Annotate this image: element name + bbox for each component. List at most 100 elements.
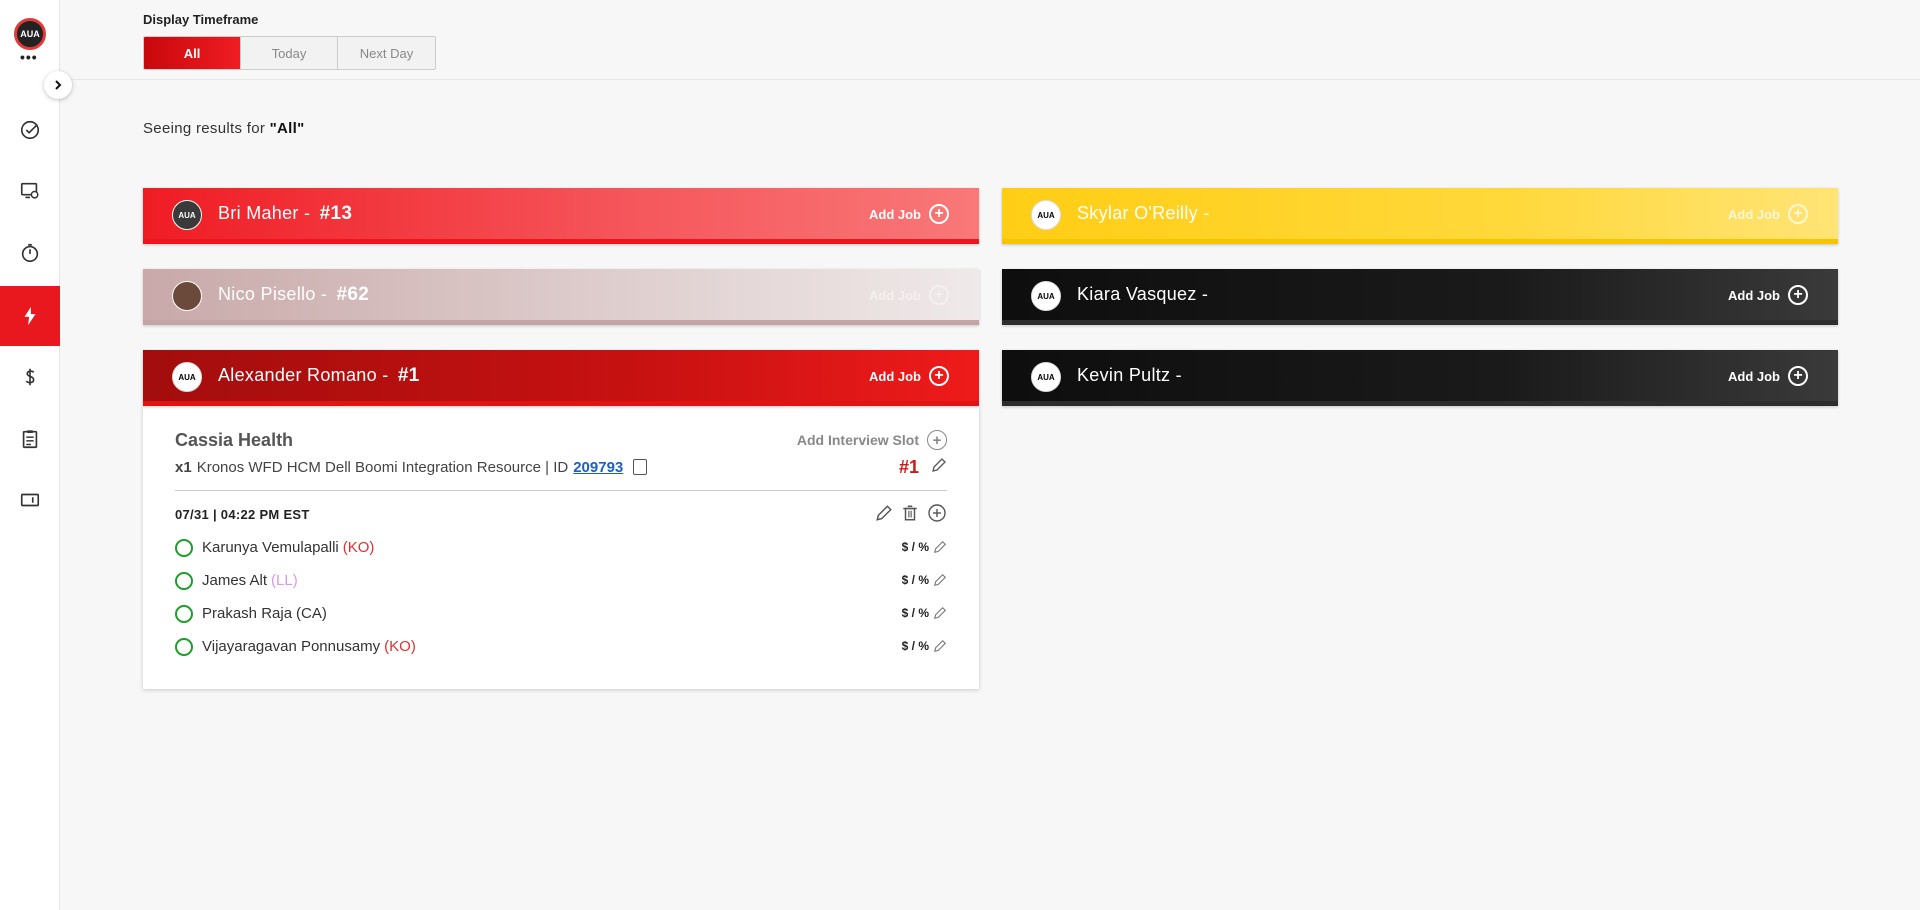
avatar: AUA [1031, 200, 1061, 230]
edit-pencil-icon[interactable] [933, 639, 947, 653]
sidebar-item-screens[interactable] [0, 161, 60, 221]
edit-pencil-icon[interactable] [931, 457, 947, 473]
add-job-button[interactable]: Add Job + [869, 204, 949, 224]
avatar-text: AUA [20, 29, 40, 39]
candidate-row[interactable]: Karunya Vemulapalli (KO) $ / % [175, 531, 947, 564]
candidate-tag: (CA) [296, 605, 327, 622]
add-job-button[interactable]: Add Job + [869, 366, 949, 386]
candidate-tag: (KO) [342, 539, 375, 556]
clipboard-icon [22, 430, 38, 449]
add-interview-slot-button[interactable]: Add Interview Slot + [797, 430, 947, 450]
status-circle-icon[interactable] [175, 604, 193, 623]
recruiter-rank: #13 [319, 203, 353, 224]
recruiter-bar-alexander-romano[interactable]: AUA Alexander Romano - #1 Add Job + [143, 350, 979, 406]
recruiter-name: Kevin Pultz - [1077, 365, 1182, 385]
avatar: AUA [1031, 362, 1061, 392]
avatar: AUA [1031, 281, 1061, 311]
sidebar-item-docs[interactable] [0, 470, 60, 530]
sidebar-item-timer[interactable] [0, 223, 60, 283]
timer-icon [21, 243, 39, 263]
job-quantity: x1 [175, 458, 192, 476]
trash-icon[interactable] [901, 504, 919, 522]
candidate-tag: (LL) [271, 572, 298, 589]
add-job-button[interactable]: Add Job + [869, 285, 949, 305]
dollar-icon [25, 368, 35, 386]
candidate-rate[interactable]: $ / % [902, 606, 947, 620]
plus-circle-icon: + [1788, 285, 1808, 305]
screen-settings-icon [20, 182, 39, 199]
candidate-row[interactable]: Vijayaragavan Ponnusamy (KO) $ / % [175, 630, 947, 663]
timeframe-next-day-button[interactable]: Next Day [338, 37, 435, 69]
sidebar-item-billing[interactable] [0, 347, 60, 407]
recruiter-rank: #1 [397, 365, 420, 386]
recruiter-name: Nico Pisello - #62 [218, 284, 370, 305]
results-caption: Seeing results for "All" [143, 120, 305, 137]
results-query: "All" [269, 120, 305, 137]
recruiters-left-column: AUA Bri Maher - #13 Add Job + Nico Pisell… [143, 188, 979, 689]
job-rank: #1 [898, 456, 919, 477]
recruiter-bar-nico-pisello[interactable]: Nico Pisello - #62 Add Job + [143, 269, 979, 325]
book-icon [20, 493, 40, 507]
candidate-name: Karunya Vemulapalli [202, 539, 339, 556]
candidate-rate[interactable]: $ / % [902, 639, 947, 653]
plus-circle-icon: + [1788, 204, 1808, 224]
avatar: AUA [172, 362, 202, 392]
candidate-name: James Alt [202, 572, 268, 589]
candidate-row[interactable]: Prakash Raja (CA) $ / % [175, 597, 947, 630]
candidate-name: Vijayaragavan Ponnusamy [202, 638, 381, 655]
interview-slot-time: 07/31 | 04:22 PM EST [175, 506, 310, 522]
candidate-row[interactable]: James Alt (LL) $ / % [175, 564, 947, 597]
edit-pencil-icon[interactable] [933, 573, 947, 587]
status-circle-icon[interactable] [175, 538, 193, 557]
timeframe-selector: All Today Next Day [143, 36, 436, 70]
candidate-tag: (KO) [384, 638, 416, 655]
job-title: Kronos WFD HCM Dell Boomi Integration Re… [196, 458, 569, 476]
user-avatar[interactable]: AUA [14, 18, 46, 50]
timeframe-today-button[interactable]: Today [241, 37, 338, 69]
job-id-link[interactable]: 209793 [573, 459, 623, 476]
recruiter-name: Skylar O'Reilly - [1077, 203, 1210, 223]
timeframe-label: Display Timeframe [143, 12, 259, 27]
job-card: Cassia Health Add Interview Slot + x1 Kro… [143, 406, 979, 689]
add-candidate-icon[interactable] [927, 503, 947, 523]
recruiter-bar-skylar-oreilly[interactable]: AUA Skylar O'Reilly - Add Job + [1002, 188, 1838, 244]
lightning-icon [24, 306, 36, 326]
candidate-rate[interactable]: $ / % [902, 573, 947, 587]
recruiter-bar-kiara-vasquez[interactable]: AUA Kiara Vasquez - Add Job + [1002, 269, 1838, 325]
edit-pencil-icon[interactable] [933, 540, 947, 554]
add-job-button[interactable]: Add Job + [1728, 285, 1808, 305]
candidate-rate[interactable]: $ / % [902, 540, 947, 554]
recruiter-name: Kiara Vasquez - [1077, 284, 1209, 304]
more-options-icon[interactable]: ••• [20, 50, 38, 64]
sidebar-item-tasks[interactable] [0, 100, 60, 160]
recruiter-name: Alexander Romano - #1 [218, 365, 420, 386]
avatar: AUA [172, 200, 202, 230]
avatar [172, 281, 202, 311]
sidebar-item-activity[interactable] [0, 286, 60, 346]
sidebar: AUA ••• [0, 0, 72, 910]
recruiter-bar-kevin-pultz[interactable]: AUA Kevin Pultz - Add Job + [1002, 350, 1838, 406]
status-circle-icon[interactable] [175, 637, 193, 656]
chevron-right-icon [55, 80, 62, 90]
add-job-button[interactable]: Add Job + [1728, 366, 1808, 386]
plus-circle-icon: + [929, 285, 949, 305]
plus-circle-icon: + [929, 366, 949, 386]
copy-clipboard-icon[interactable] [633, 459, 648, 475]
edit-pencil-icon[interactable] [875, 504, 893, 522]
plus-circle-icon: + [929, 204, 949, 224]
recruiter-name: Bri Maher - #13 [218, 203, 353, 224]
plus-circle-icon: + [1788, 366, 1808, 386]
check-circle-icon [20, 120, 40, 140]
edit-pencil-icon[interactable] [933, 606, 947, 620]
recruiters-right-column: AUA Skylar O'Reilly - Add Job + AUA Kiara… [1002, 188, 1838, 431]
timeframe-bar: Display Timeframe All Today Next Day [60, 0, 1920, 80]
plus-circle-icon: + [927, 430, 947, 450]
divider [175, 490, 947, 491]
recruiter-rank: #62 [336, 284, 370, 305]
add-job-button[interactable]: Add Job + [1728, 204, 1808, 224]
timeframe-all-button[interactable]: All [144, 37, 241, 69]
recruiter-bar-bri-maher[interactable]: AUA Bri Maher - #13 Add Job + [143, 188, 979, 244]
status-circle-icon[interactable] [175, 571, 193, 590]
sidebar-item-reports[interactable] [0, 409, 60, 469]
sidebar-expand-button[interactable] [44, 71, 72, 99]
